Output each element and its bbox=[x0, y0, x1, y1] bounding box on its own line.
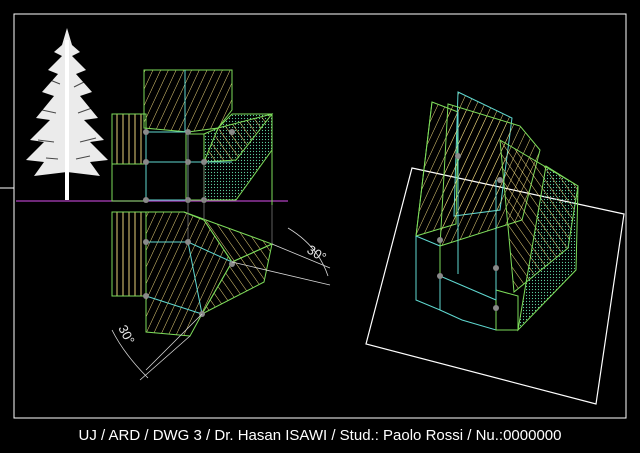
tree-icon bbox=[26, 28, 108, 200]
cad-drawing-canvas: 30° 30° bbox=[0, 13, 627, 419]
front-elevation bbox=[111, 69, 274, 205]
axonometric-view bbox=[365, 91, 625, 405]
angle-label-bottom: 30° bbox=[115, 322, 137, 346]
angle-label-top: 30° bbox=[304, 242, 329, 265]
title-block: UJ / ARD / DWG 3 / Dr. Hasan ISAWI / Stu… bbox=[78, 427, 562, 444]
